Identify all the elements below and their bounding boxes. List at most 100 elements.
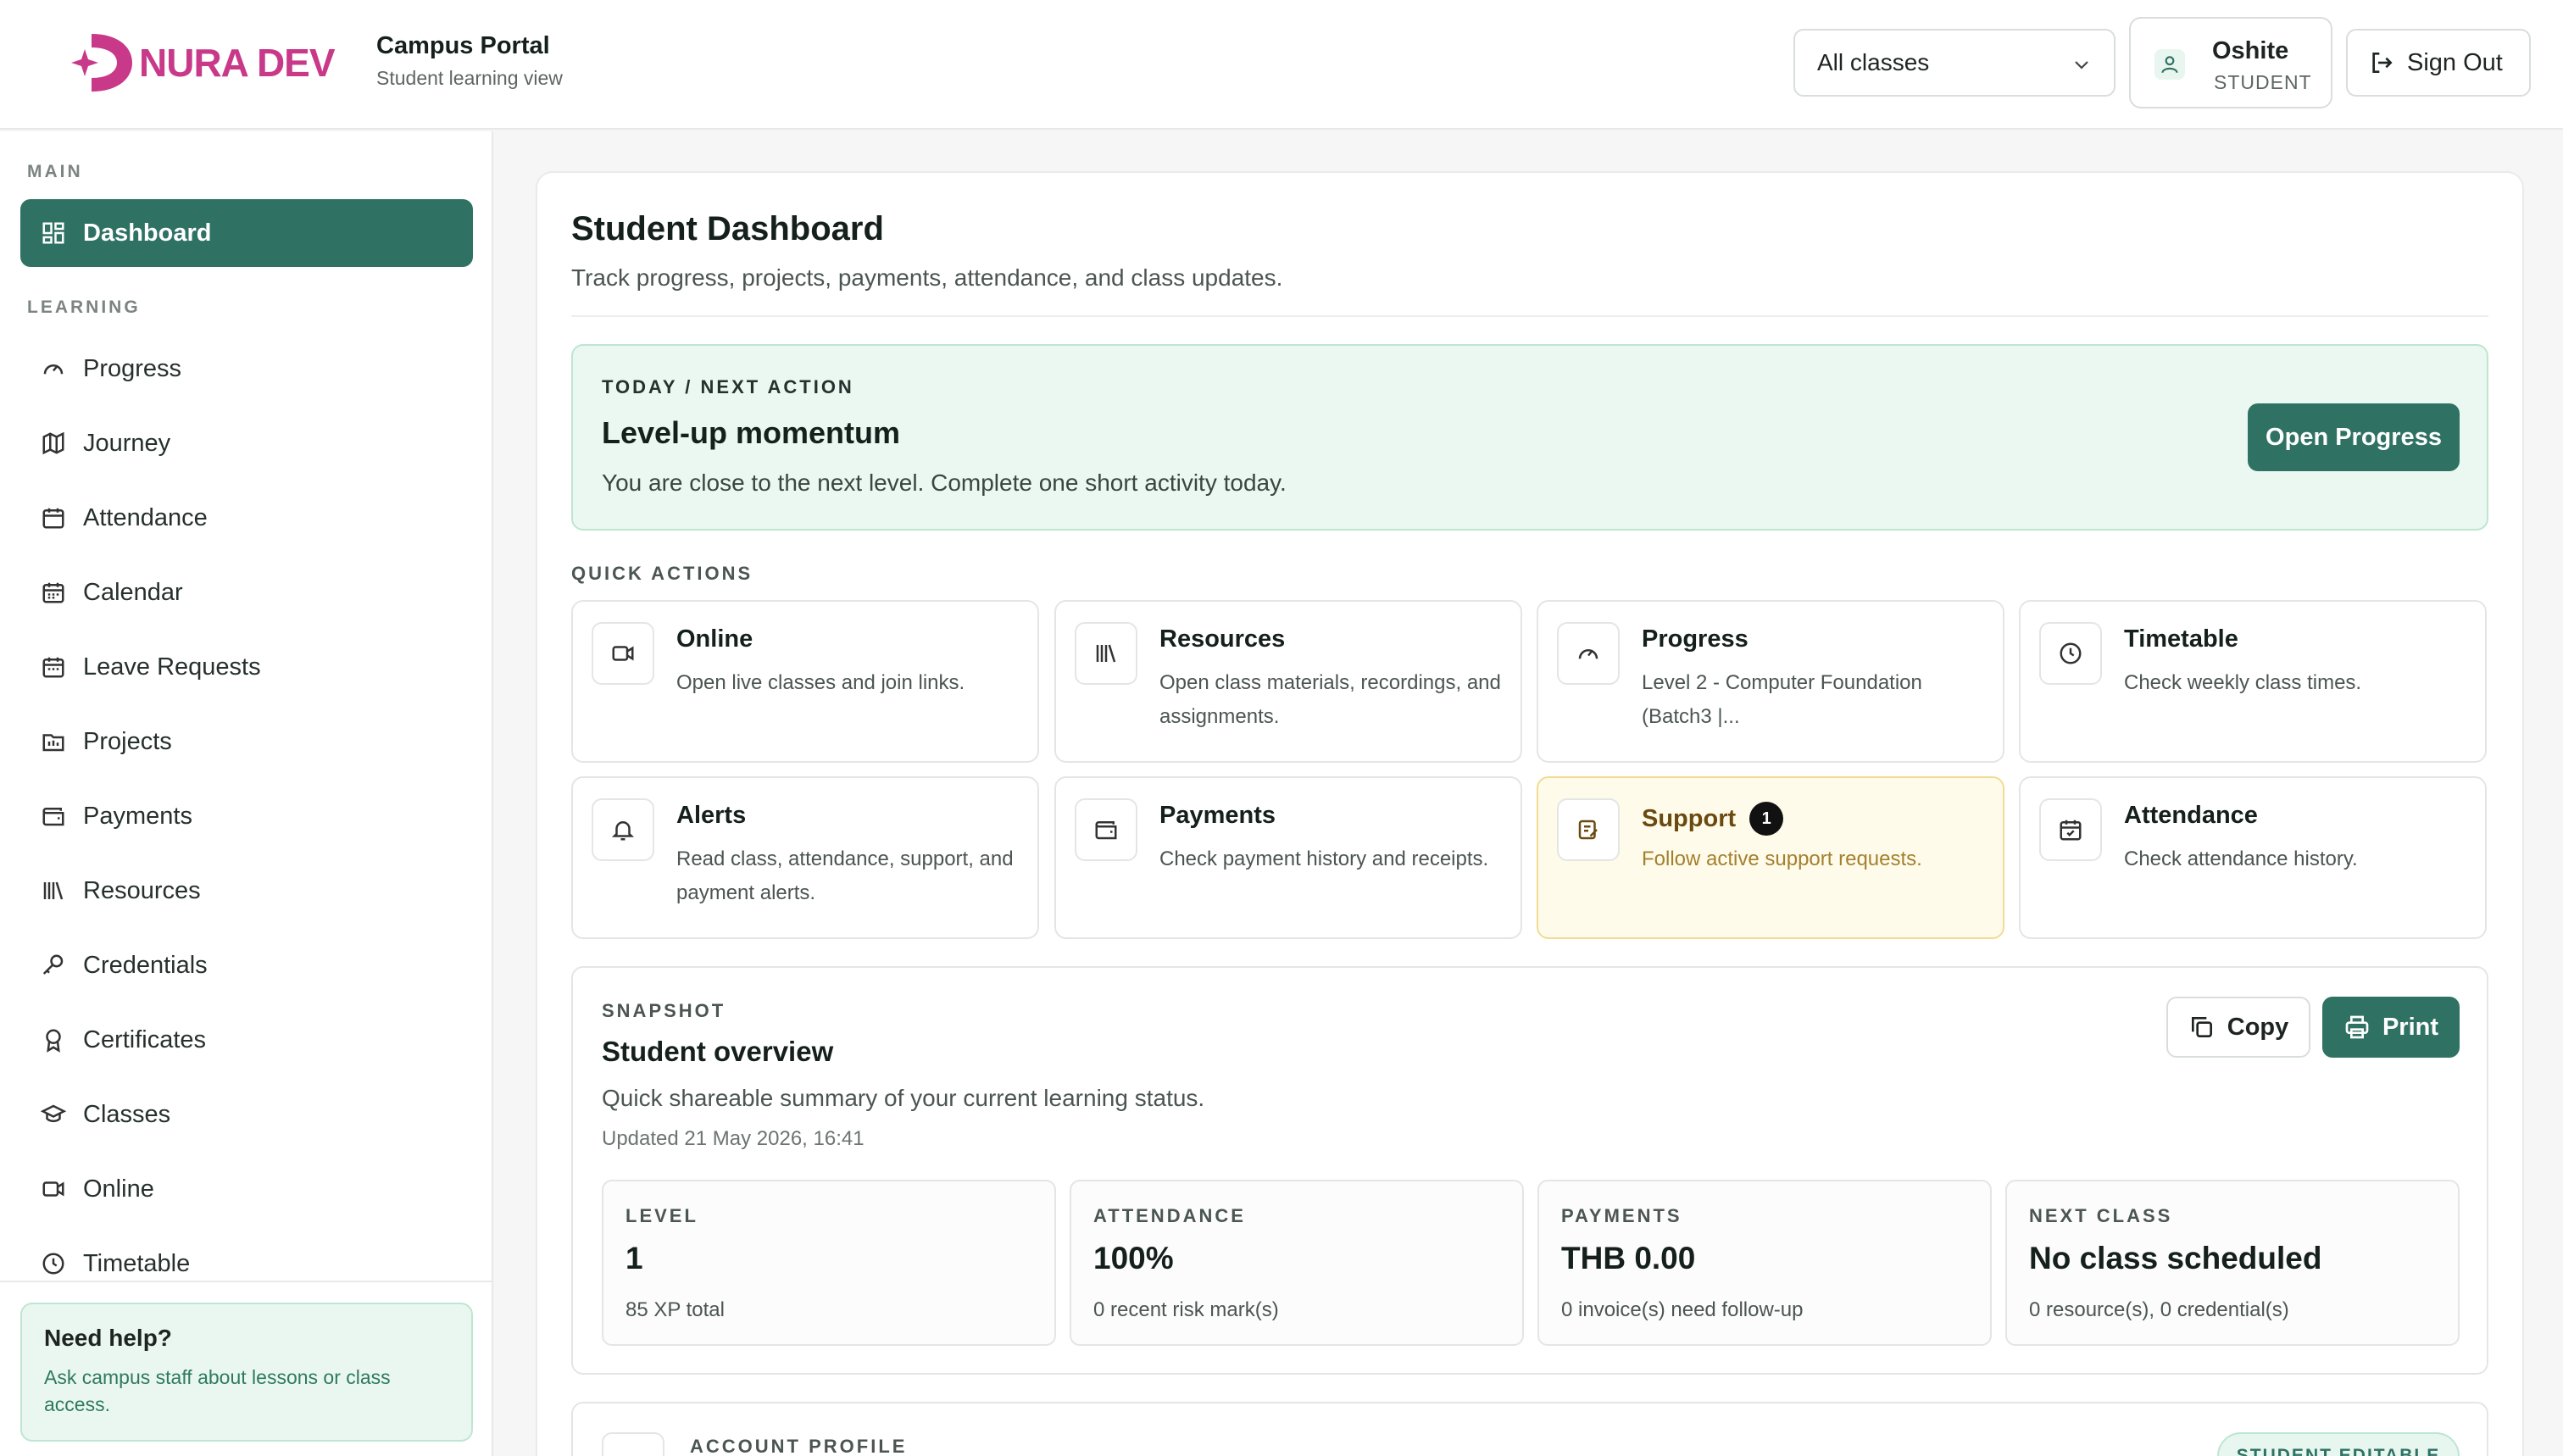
quick-action-title: Payments (1159, 802, 1276, 829)
sidebar-item-attendance[interactable]: Attendance (20, 484, 473, 552)
copy-button[interactable]: Copy (2166, 997, 2310, 1058)
sign-out-button[interactable]: Sign Out (2346, 29, 2531, 97)
sidebar-item-classes[interactable]: Classes (20, 1081, 473, 1148)
sidebar-item-label: Dashboard (83, 219, 212, 247)
next-action-text: You are close to the next level. Complet… (602, 470, 1287, 496)
next-action-title: Level-up momentum (602, 415, 901, 450)
page-title: Student Dashboard (571, 210, 884, 247)
help-text: Ask campus staff about lessons or class … (44, 1366, 391, 1415)
user-profile-chip[interactable]: Oshite STUDENT (2129, 17, 2332, 108)
print-label: Print (2382, 1013, 2439, 1041)
print-button[interactable]: Print (2322, 997, 2460, 1058)
sidebar-item-label: Online (83, 1175, 154, 1203)
quick-action-title: Online (676, 625, 753, 653)
snapshot-title: Student overview (602, 1036, 834, 1067)
sidebar-item-timetable[interactable]: Timetable (20, 1230, 473, 1298)
sidebar-item-label: Attendance (83, 503, 208, 531)
sidebar-item-payments[interactable]: Payments (20, 782, 473, 850)
wallet-icon (42, 808, 64, 826)
brand-logo[interactable]: NURA DEV (66, 29, 337, 97)
chevron-down-icon (2075, 61, 2088, 69)
sidebar-item-label: Credentials (83, 951, 208, 979)
quick-action-desc: Check payment history and receipts. (1159, 847, 1489, 870)
quick-action-desc: Open live classes and join links. (676, 671, 965, 694)
sidebar-item-leave-requests[interactable]: Leave Requests (20, 633, 473, 701)
quick-action-payments[interactable]: Payments Check payment history and recei… (1054, 776, 1522, 939)
quick-action-timetable[interactable]: Timetable Check weekly class times. (2019, 600, 2487, 763)
quick-action-alerts[interactable]: Alerts Read class, attendance, support, … (571, 776, 1039, 939)
stat-foot: 0 recent risk mark(s) (1093, 1298, 1279, 1321)
page-subtitle: Track progress, projects, payments, atte… (571, 264, 1283, 291)
copy-label: Copy (2227, 1013, 2289, 1041)
stat-label: PAYMENTS (1561, 1205, 1682, 1226)
sidebar-item-label: Payments (83, 802, 192, 830)
quick-action-desc: Check attendance history. (2124, 847, 2358, 870)
help-title: Need help? (44, 1325, 172, 1351)
clock-icon (2039, 622, 2102, 685)
quick-action-support[interactable]: Support 1 Follow active support requests… (1537, 776, 2004, 939)
stat-attendance: ATTENDANCE 100% 0 recent risk mark(s) (1070, 1180, 1524, 1346)
bell-icon (592, 798, 654, 861)
printer-icon (2345, 1015, 2369, 1039)
sidebar-item-label: Timetable (83, 1249, 191, 1277)
stat-level: LEVEL 1 85 XP total (602, 1180, 1056, 1346)
key-icon (42, 954, 64, 975)
portal-subtitle: Student learning view (376, 67, 563, 89)
sidebar-item-certificates[interactable]: Certificates (20, 1006, 473, 1074)
sidebar-item-resources[interactable]: Resources (20, 857, 473, 925)
quick-action-resources[interactable]: Resources Open class materials, recordin… (1054, 600, 1522, 763)
award-icon (46, 1029, 61, 1053)
open-progress-button[interactable]: Open Progress (2248, 403, 2460, 471)
next-action-banner: TODAY / NEXT ACTION Level-up momentum Yo… (571, 344, 2488, 531)
calendar-check-icon (2039, 798, 2102, 861)
stat-foot: 85 XP total (625, 1298, 725, 1321)
stat-foot: 0 resource(s), 0 credential(s) (2029, 1298, 2289, 1321)
calendar-icon (42, 657, 64, 678)
stat-next-class: NEXT CLASS No class scheduled 0 resource… (2005, 1180, 2460, 1346)
sidebar-item-label: Journey (83, 429, 171, 457)
logout-icon (2372, 53, 2393, 73)
section-main-label: MAIN (27, 162, 83, 181)
sidebar-item-label: Certificates (83, 1025, 207, 1053)
quick-action-desc: Check weekly class times. (2124, 671, 2362, 694)
sidebar-item-dashboard[interactable]: Dashboard (20, 199, 473, 267)
class-filter-select[interactable]: All classes (1793, 29, 2115, 97)
clock-icon (42, 1253, 64, 1275)
sidebar-item-label: Resources (83, 876, 201, 904)
quick-actions-label: QUICK ACTIONS (571, 563, 753, 584)
stat-label: ATTENDANCE (1093, 1205, 1246, 1226)
video-icon (592, 622, 654, 685)
notification-badge: 1 (1749, 802, 1784, 836)
sidebar-item-online[interactable]: Online (20, 1155, 473, 1223)
sidebar-item-calendar[interactable]: Calendar (20, 559, 473, 626)
user-icon (2154, 49, 2185, 80)
stat-value: THB 0.00 (1561, 1241, 1696, 1275)
user-role: STUDENT (2214, 71, 2312, 93)
quick-action-progress[interactable]: Progress Level 2 - Computer Foundation (… (1537, 600, 2004, 763)
class-filter-value: All classes (1817, 49, 1930, 75)
help-box: Need help? Ask campus staff about lesson… (20, 1303, 473, 1442)
calendar-check-icon (42, 508, 64, 529)
sidebar-item-credentials[interactable]: Credentials (20, 931, 473, 999)
folder-icon (42, 734, 64, 752)
stat-value: 100% (1093, 1241, 1174, 1275)
sidebar: MAIN Dashboard LEARNING Progress Journey… (0, 131, 493, 1456)
sidebar-item-journey[interactable]: Journey (20, 409, 473, 477)
wallet-icon (1075, 798, 1137, 861)
quick-action-attendance[interactable]: Attendance Check attendance history. (2019, 776, 2487, 939)
stat-label: LEVEL (625, 1205, 698, 1226)
account-profile-section: ACCOUNT PROFILE STUDENT EDITABLE (571, 1402, 2488, 1456)
sidebar-item-progress[interactable]: Progress (20, 335, 473, 403)
title-divider (571, 315, 2488, 317)
snapshot-eyebrow: SNAPSHOT (602, 1000, 726, 1021)
user-name: Oshite (2212, 37, 2289, 64)
account-profile-eyebrow: ACCOUNT PROFILE (690, 1436, 908, 1456)
sidebar-item-projects[interactable]: Projects (20, 708, 473, 775)
stat-value: No class scheduled (2029, 1241, 2322, 1275)
copy-icon (2191, 1017, 2212, 1037)
quick-action-online[interactable]: Online Open live classes and join links. (571, 600, 1039, 763)
next-action-eyebrow: TODAY / NEXT ACTION (602, 376, 854, 397)
gauge-icon (43, 364, 64, 375)
map-icon (42, 431, 64, 455)
stat-foot: 0 invoice(s) need follow-up (1561, 1298, 1804, 1321)
